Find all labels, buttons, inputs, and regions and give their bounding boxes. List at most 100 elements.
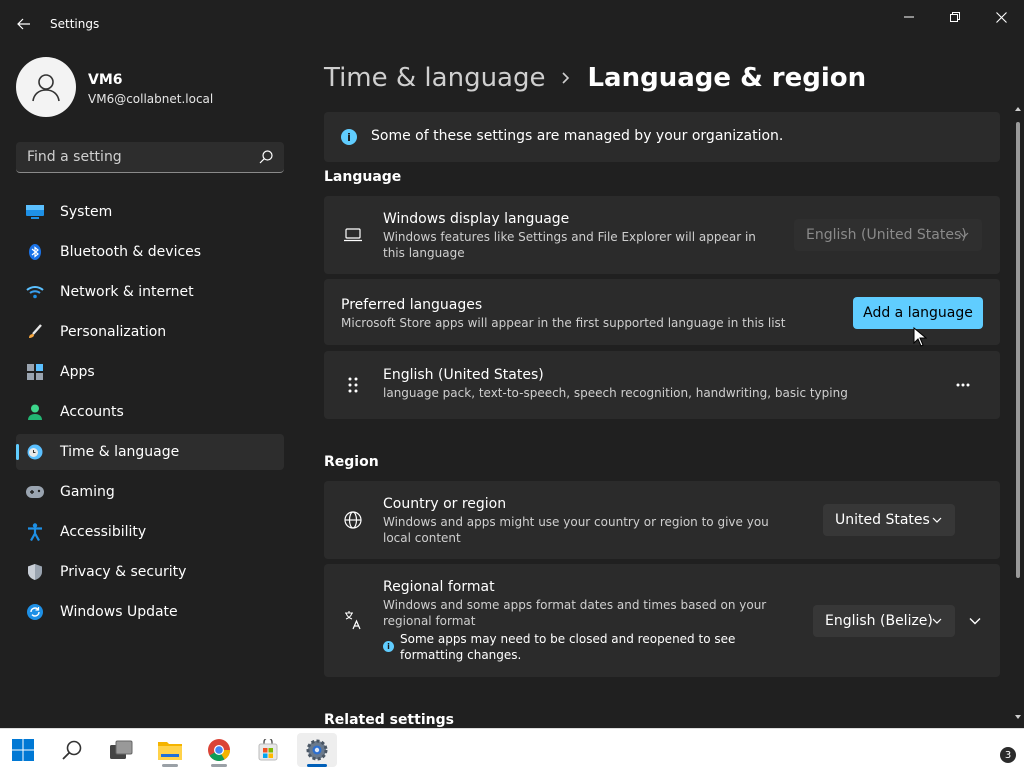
more-icon	[956, 383, 970, 387]
shield-icon	[26, 564, 44, 580]
sidebar-item-label: Personalization	[60, 324, 167, 340]
profile-email: VM6@collabnet.local	[88, 92, 214, 106]
minimize-button[interactable]	[886, 4, 932, 30]
add-language-button[interactable]: Add a language	[853, 297, 983, 329]
avatar	[16, 57, 76, 117]
taskbar-chrome[interactable]	[199, 733, 239, 767]
country-region-dropdown[interactable]: United States	[823, 504, 955, 536]
breadcrumb-parent[interactable]: Time & language	[324, 63, 545, 93]
page-title: Language & region	[587, 63, 867, 93]
taskbar	[0, 728, 1024, 768]
chevron-down-icon	[932, 618, 942, 624]
mouse-cursor-icon	[913, 327, 927, 347]
app-title: Settings	[50, 17, 100, 31]
scroll-thumb[interactable]	[1016, 122, 1020, 578]
chevron-down-icon	[932, 517, 942, 523]
notification-badge[interactable]: 3	[1000, 747, 1016, 763]
taskbar-start-button[interactable]	[3, 733, 43, 767]
scroll-down-icon[interactable]	[1015, 714, 1021, 720]
sidebar-item-label: Windows Update	[60, 604, 178, 620]
display-language-description: Windows features like Settings and File …	[383, 230, 756, 260]
close-button[interactable]	[978, 4, 1024, 30]
apps-icon	[26, 364, 44, 380]
main-content: i Some of these settings are managed by …	[324, 112, 1000, 728]
chevron-down-icon	[959, 232, 969, 238]
regional-format-card: Regional format Windows and some apps fo…	[324, 564, 1000, 677]
section-title-related: Related settings	[324, 712, 454, 728]
dropdown-value: United States	[835, 512, 930, 528]
person-icon	[32, 74, 60, 102]
restore-icon	[950, 12, 960, 22]
display-language-dropdown[interactable]: English (United States)	[794, 219, 982, 251]
regional-format-title: Regional format	[383, 579, 495, 595]
back-button[interactable]	[12, 12, 36, 36]
regional-format-dropdown[interactable]: English (Belize)	[813, 605, 955, 637]
task-view-icon	[110, 740, 133, 759]
chevron-right-icon	[561, 72, 571, 84]
installed-language-title: English (United States)	[383, 367, 544, 383]
wifi-icon	[26, 284, 44, 300]
search-input[interactable]	[16, 142, 252, 172]
sidebar-item-network[interactable]: Network & internet	[16, 274, 284, 310]
windows-start-icon	[12, 739, 34, 761]
person-icon	[26, 404, 44, 420]
info-text: Some of these settings are managed by yo…	[371, 128, 784, 144]
regional-format-note: Some apps may need to be closed and reop…	[400, 632, 736, 662]
scrollbar[interactable]	[1012, 104, 1024, 728]
search-box	[16, 142, 284, 173]
search-icon	[62, 740, 82, 760]
preferred-languages-card: Preferred languages Microsoft Store apps…	[324, 279, 1000, 345]
sidebar-item-personalization[interactable]: Personalization	[16, 314, 284, 350]
sidebar-item-accessibility[interactable]: Accessibility	[16, 514, 284, 550]
more-options-button[interactable]	[947, 369, 979, 401]
sidebar-item-label: Accounts	[60, 404, 124, 420]
taskbar-search-button[interactable]	[52, 733, 92, 767]
sidebar-item-label: Apps	[60, 364, 95, 380]
installed-language-description: language pack, text-to-speech, speech re…	[383, 386, 848, 400]
sidebar-item-system[interactable]: System	[16, 194, 284, 230]
display-language-card: Windows display language Windows feature…	[324, 196, 1000, 274]
laptop-icon	[342, 224, 364, 246]
sidebar-item-time-language[interactable]: Time & language	[16, 434, 284, 470]
search-icon[interactable]	[258, 149, 274, 165]
section-title-region: Region	[324, 454, 379, 470]
taskbar-settings[interactable]	[297, 733, 337, 767]
clock-globe-icon	[26, 444, 44, 460]
sidebar-item-gaming[interactable]: Gaming	[16, 474, 284, 510]
close-icon	[995, 11, 1007, 23]
minimize-icon	[904, 16, 914, 18]
chevron-down-icon	[969, 618, 981, 625]
settings-window: Settings VM6 VM6@collabnet.local System …	[0, 0, 1024, 728]
brush-icon	[26, 324, 44, 340]
language-list-item[interactable]: English (United States) language pack, t…	[324, 351, 1000, 419]
user-profile[interactable]: VM6 VM6@collabnet.local	[16, 57, 286, 117]
update-icon	[26, 604, 44, 620]
globe-icon	[342, 509, 364, 531]
taskbar-task-view-button[interactable]	[101, 733, 141, 767]
sidebar-item-windows-update[interactable]: Windows Update	[16, 594, 284, 630]
sidebar-item-label: Network & internet	[60, 284, 194, 300]
sidebar-item-accounts[interactable]: Accounts	[16, 394, 284, 430]
sidebar-item-apps[interactable]: Apps	[16, 354, 284, 390]
chrome-icon	[208, 739, 230, 761]
maximize-button[interactable]	[932, 4, 978, 30]
profile-name: VM6	[88, 72, 123, 88]
expand-button[interactable]	[960, 606, 990, 636]
sidebar-item-label: Bluetooth & devices	[60, 244, 202, 260]
dropdown-value: English (United States)	[806, 227, 967, 243]
taskbar-file-explorer[interactable]	[150, 733, 190, 767]
sidebar-item-label: Privacy & security	[60, 564, 187, 580]
country-region-card: Country or region Windows and apps might…	[324, 481, 1000, 559]
display-language-title: Windows display language	[383, 211, 570, 227]
gamepad-icon	[26, 484, 44, 500]
drag-handle-icon[interactable]	[342, 374, 364, 396]
taskbar-store[interactable]	[248, 733, 288, 767]
sidebar-item-privacy[interactable]: Privacy & security	[16, 554, 284, 590]
info-icon: i	[341, 129, 357, 145]
breadcrumb: Time & language Language & region	[324, 58, 866, 98]
scroll-up-icon[interactable]	[1015, 106, 1021, 112]
file-explorer-icon	[158, 742, 182, 760]
monitor-icon	[26, 204, 44, 220]
sidebar-item-bluetooth[interactable]: Bluetooth & devices	[16, 234, 284, 270]
sidebar-item-label: Time & language	[60, 444, 180, 460]
